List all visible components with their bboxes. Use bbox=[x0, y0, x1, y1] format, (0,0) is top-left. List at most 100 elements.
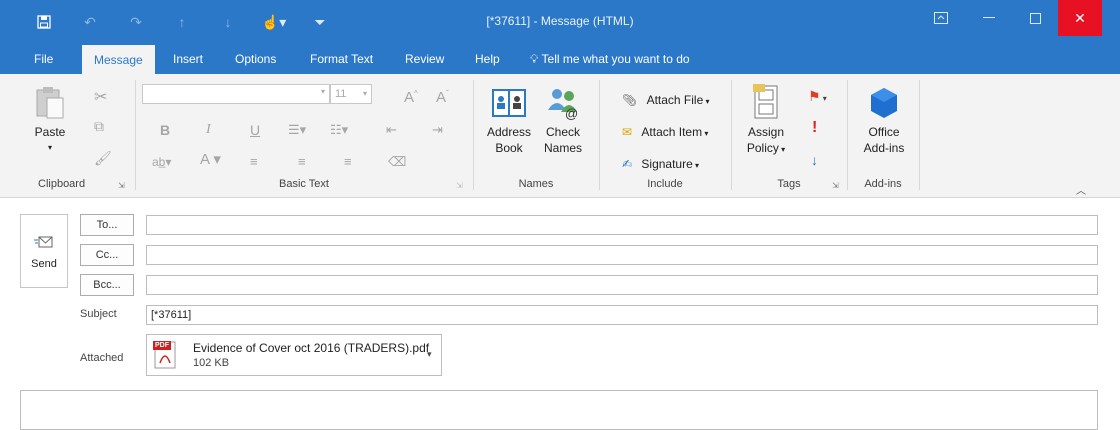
dialog-launcher-icon[interactable]: ⇲ bbox=[456, 181, 463, 190]
font-size-value: 11 bbox=[335, 88, 347, 100]
copy-icon[interactable]: ⧉ bbox=[94, 118, 104, 134]
attachment-size: 102 KB bbox=[193, 357, 230, 369]
italic-icon[interactable]: I bbox=[206, 122, 211, 138]
cc-field[interactable] bbox=[146, 245, 1098, 265]
collapse-ribbon-icon[interactable]: ︿ bbox=[1076, 182, 1086, 197]
subject-field[interactable]: [*37611] bbox=[146, 305, 1098, 325]
align-left-icon[interactable]: ≡ bbox=[250, 154, 258, 170]
attach-item-icon: ✉ bbox=[622, 125, 633, 139]
chevron-down-icon: ▾ bbox=[47, 143, 52, 152]
office-add-ins-button[interactable]: Office Add-ins bbox=[858, 86, 910, 156]
chevron-down-icon: ▾ bbox=[703, 97, 710, 106]
bullets-icon[interactable]: ☰▾ bbox=[288, 122, 306, 138]
attach-item-button[interactable]: ✉ Attach Item ▾ bbox=[622, 124, 708, 142]
dialog-launcher-icon[interactable]: ⇲ bbox=[118, 181, 125, 190]
lightbulb-icon: 💡︎ bbox=[530, 52, 539, 66]
bold-icon[interactable]: B bbox=[160, 122, 170, 138]
paste-button[interactable]: Paste ▾ bbox=[28, 86, 72, 156]
chevron-down-icon: ▾ bbox=[692, 161, 700, 170]
attach-file-label: Attach File bbox=[646, 93, 704, 107]
dialog-launcher-icon[interactable]: ⇲ bbox=[832, 181, 839, 190]
paste-label: Paste bbox=[34, 125, 66, 139]
underline-icon[interactable]: U bbox=[250, 122, 260, 138]
tab-format-text[interactable]: Format Text bbox=[310, 44, 373, 74]
attachment-options-icon[interactable]: ▾ bbox=[427, 349, 432, 360]
office-add-ins-label-line1: Office bbox=[868, 125, 900, 139]
attach-item-label: Attach Item bbox=[641, 125, 703, 139]
signature-icon: ✍︎ bbox=[622, 157, 633, 171]
chevron-down-icon: ▾ bbox=[702, 129, 709, 138]
font-size-input[interactable]: 11 ▾ bbox=[330, 84, 372, 104]
increase-indent-icon[interactable]: ⇥ bbox=[432, 122, 443, 138]
send-button[interactable]: Send bbox=[20, 214, 68, 288]
minimize-icon[interactable] bbox=[966, 0, 1012, 36]
font-name-input[interactable]: ▾ bbox=[142, 84, 330, 104]
cut-icon[interactable]: ✂ bbox=[94, 90, 107, 106]
tab-review[interactable]: Review bbox=[405, 44, 444, 74]
paste-icon bbox=[36, 87, 64, 119]
title-bar: ↶ ↷ ↑ ↓ ☝▾ ⏷ [*37611] - Message (HTML) ✕ bbox=[0, 0, 1120, 44]
signature-button[interactable]: ✍︎ Signature ▾ bbox=[622, 156, 699, 174]
cc-button[interactable]: Cc... bbox=[80, 244, 134, 266]
bcc-field[interactable] bbox=[146, 275, 1098, 295]
to-field[interactable] bbox=[146, 215, 1098, 235]
svg-text:@: @ bbox=[565, 106, 578, 120]
clear-formatting-icon[interactable]: ⌫ bbox=[388, 154, 406, 170]
subject-label: Subject bbox=[80, 308, 117, 320]
check-names-label-line2: Names bbox=[543, 141, 582, 155]
tab-message[interactable]: Message bbox=[82, 44, 155, 74]
paperclip-icon: 📎︎ bbox=[622, 93, 638, 107]
office-add-ins-icon bbox=[871, 88, 897, 118]
assign-policy-button[interactable]: Assign Policy ▾ bbox=[742, 84, 790, 158]
high-importance-icon[interactable]: ! bbox=[812, 120, 817, 136]
ribbon-tabs: File Message Insert Options Format Text … bbox=[0, 44, 1120, 74]
ribbon-display-options-icon[interactable] bbox=[918, 0, 964, 36]
attached-label: Attached bbox=[80, 352, 124, 364]
assign-policy-label-line1: Assign bbox=[747, 125, 785, 139]
group-label-names: Names bbox=[518, 178, 554, 190]
tab-options[interactable]: Options bbox=[235, 44, 276, 74]
assign-policy-label-line2: Policy ▾ bbox=[746, 141, 786, 155]
numbering-icon[interactable]: ☷▾ bbox=[330, 122, 348, 138]
address-book-button[interactable]: Address Book bbox=[482, 86, 536, 156]
group-basic-text: ▾ 11 ▾ A^ Aˇ B I U ☰▾ ☷▾ ⇤ ⇥ ab̲▾ A ▾ ≡ … bbox=[136, 78, 472, 194]
follow-up-flag-icon[interactable]: ⚑ ▾ bbox=[808, 88, 827, 107]
to-button[interactable]: To... bbox=[80, 214, 134, 236]
group-label-clipboard: Clipboard bbox=[38, 178, 86, 190]
maximize-icon[interactable] bbox=[1012, 0, 1058, 36]
check-names-label-line1: Check bbox=[545, 125, 580, 139]
group-label-add-ins: Add-ins bbox=[864, 178, 902, 190]
close-icon[interactable]: ✕ bbox=[1058, 0, 1102, 36]
tell-me-box[interactable]: 💡︎ Tell me what you want to do bbox=[530, 44, 690, 74]
group-tags: Assign Policy ▾ ⚑ ▾ ! ↓ Tags ⇲ bbox=[732, 78, 846, 194]
attachment-name: Evidence of Cover oct 2016 (TRADERS).pdf bbox=[193, 341, 430, 355]
group-label-include: Include bbox=[647, 178, 683, 190]
decrease-indent-icon[interactable]: ⇤ bbox=[386, 122, 397, 138]
font-color-icon[interactable]: A ▾ bbox=[200, 152, 221, 168]
align-right-icon[interactable]: ≡ bbox=[344, 154, 352, 170]
low-importance-icon[interactable]: ↓ bbox=[811, 152, 818, 168]
tell-me-label: Tell me what you want to do bbox=[541, 52, 690, 66]
message-body[interactable] bbox=[20, 390, 1098, 430]
pdf-icon: PDF bbox=[153, 341, 177, 369]
align-center-icon[interactable]: ≡ bbox=[298, 154, 306, 170]
attachment-item[interactable]: PDF Evidence of Cover oct 2016 (TRADERS)… bbox=[146, 334, 442, 376]
grow-font-icon[interactable]: A^ bbox=[404, 86, 418, 106]
tab-file[interactable]: File bbox=[34, 44, 53, 74]
format-painter-icon[interactable]: 🖌︎ bbox=[94, 150, 112, 166]
attach-file-button[interactable]: 📎︎ Attach File ▾ bbox=[622, 92, 710, 110]
chevron-down-icon: ▾ bbox=[362, 89, 367, 98]
group-clipboard: Paste ▾ ✂ ⧉ 🖌︎ Clipboard ⇲ bbox=[0, 78, 134, 194]
check-names-button[interactable]: @ Check Names bbox=[538, 86, 588, 156]
bcc-button[interactable]: Bcc... bbox=[80, 274, 134, 296]
group-include: 📎︎ Attach File ▾ ✉ Attach Item ▾ ✍︎ Sign… bbox=[600, 78, 730, 194]
highlight-icon[interactable]: ab̲▾ bbox=[152, 154, 171, 170]
tab-help[interactable]: Help bbox=[475, 44, 500, 74]
address-book-icon bbox=[492, 89, 526, 117]
group-label-tags: Tags bbox=[777, 178, 801, 190]
tab-insert[interactable]: Insert bbox=[173, 44, 203, 74]
shrink-font-icon[interactable]: Aˇ bbox=[436, 86, 449, 106]
address-book-label-line2: Book bbox=[495, 141, 523, 155]
office-add-ins-label-line2: Add-ins bbox=[863, 141, 905, 155]
address-book-label-line1: Address bbox=[486, 125, 532, 139]
